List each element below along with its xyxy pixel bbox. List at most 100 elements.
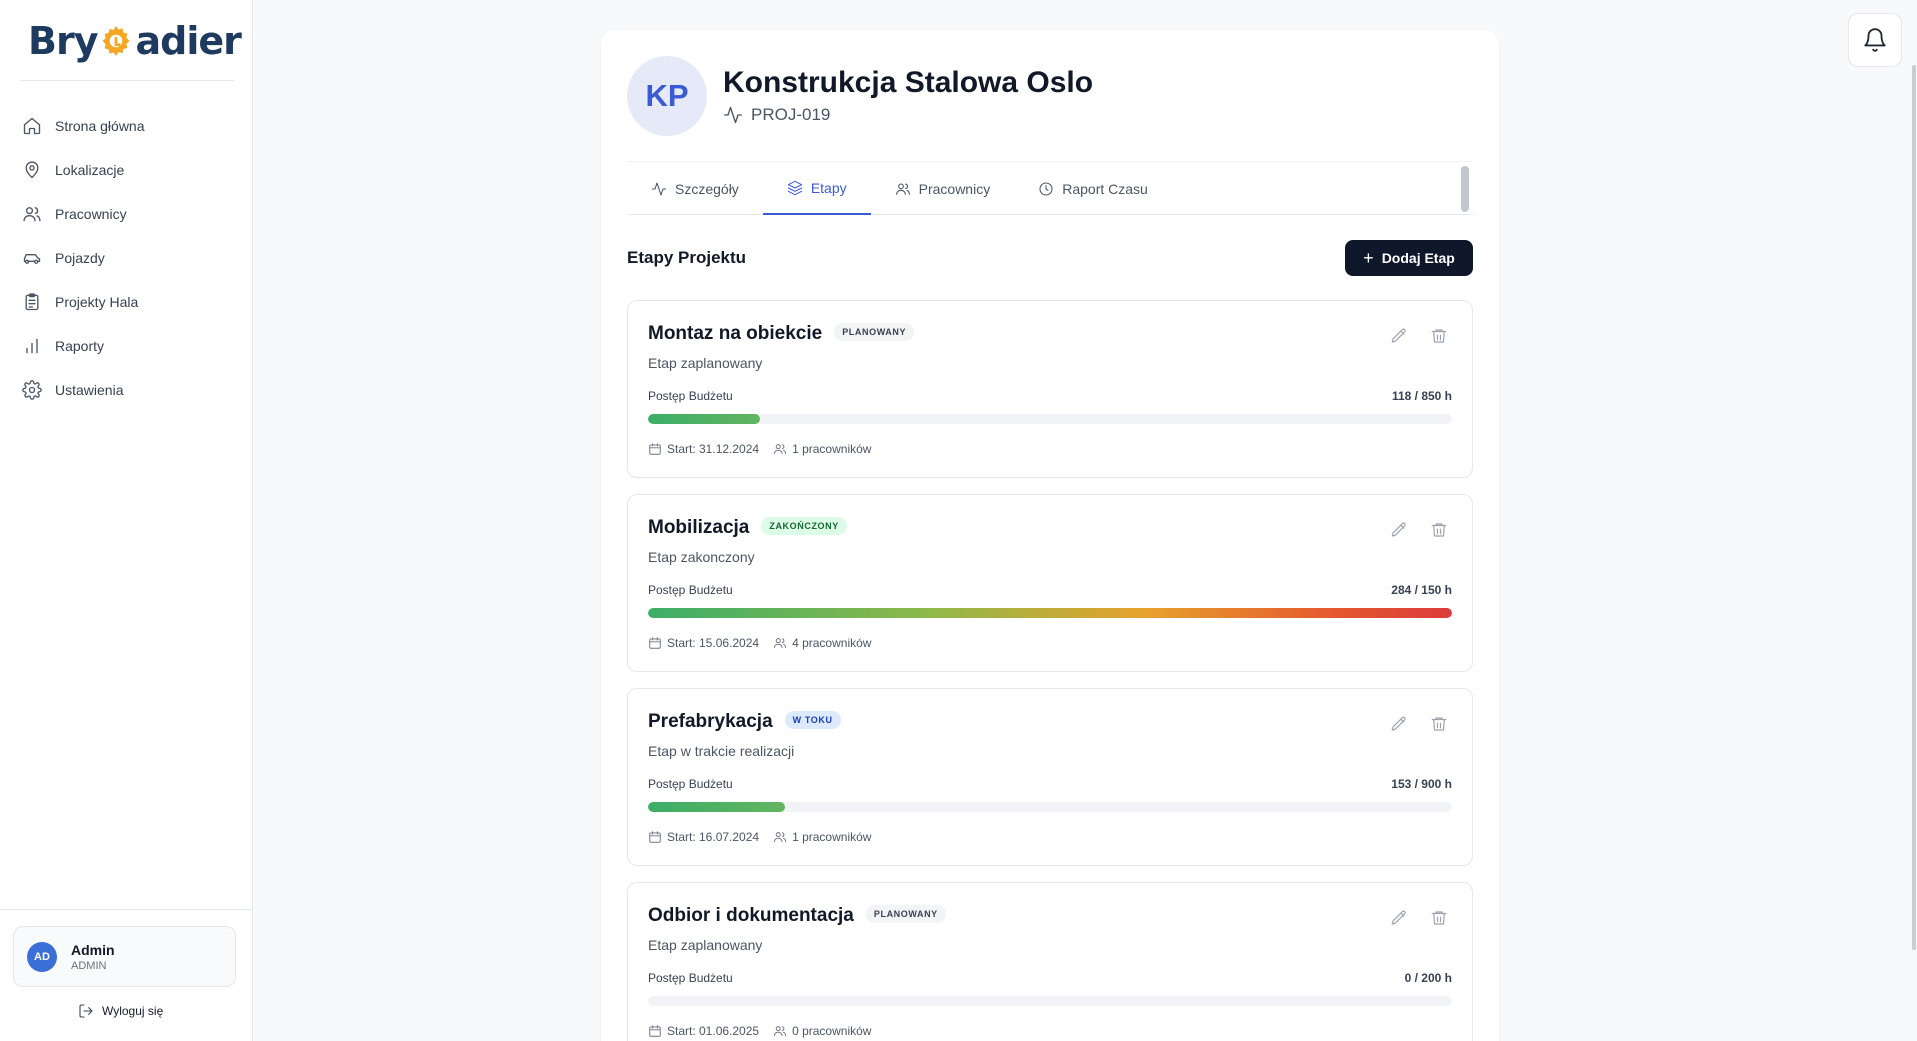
tab-label: Raport Czasu bbox=[1062, 180, 1148, 197]
bell-icon bbox=[1864, 28, 1886, 52]
delete-button[interactable] bbox=[1430, 715, 1450, 735]
edit-button[interactable] bbox=[1390, 327, 1410, 347]
tab-stages[interactable]: Etapy bbox=[762, 162, 871, 215]
brand-logo[interactable]: Bry adier bbox=[28, 18, 242, 64]
budget-value: 284 / 150 h bbox=[1391, 583, 1452, 597]
page-title: Konstrukcja Stalowa Oslo bbox=[723, 66, 1094, 99]
logo-divider bbox=[20, 80, 234, 81]
sidebar-item-label: Projekty Hala bbox=[55, 294, 139, 310]
sidebar-item-vehicles[interactable]: Pojazdy bbox=[14, 236, 236, 280]
stage-name: Mobilizacja bbox=[648, 517, 750, 538]
pencil-icon bbox=[1391, 716, 1406, 731]
edit-button[interactable] bbox=[1390, 909, 1410, 929]
stage-start: Start: 15.06.2024 bbox=[667, 636, 760, 650]
status-badge: ZAKOŃCZONY bbox=[761, 516, 847, 535]
stage-description: Etap zakonczony bbox=[648, 549, 755, 565]
stage-description: Etap w trakcie realizacji bbox=[648, 743, 795, 759]
pencil-icon bbox=[1391, 328, 1406, 343]
stage-meta: Start: 16.07.2024 1 pracowników bbox=[648, 830, 885, 844]
stage-card: Montaz na obiekcie PLANOWANY Etap zaplano… bbox=[627, 300, 1473, 478]
sidebar-item-locations[interactable]: Lokalizacje bbox=[14, 148, 236, 192]
budget-progress-bar bbox=[648, 608, 1452, 618]
sidebar-item-hall-projects[interactable]: Projekty Hala bbox=[14, 280, 236, 324]
logout-button[interactable]: Wyloguj się bbox=[78, 1003, 163, 1019]
stage-card: Mobilizacja ZAKOŃCZONY Etap zakonczony Po… bbox=[627, 494, 1473, 672]
users-icon bbox=[895, 182, 910, 195]
budget-progress-bar bbox=[648, 414, 1452, 424]
stage-name: Montaz na obiekcie bbox=[648, 323, 823, 344]
user-name: Admin bbox=[71, 941, 115, 958]
sidebar-item-workers[interactable]: Pracownicy bbox=[14, 192, 236, 236]
add-stage-button[interactable]: + Dodaj Etap bbox=[1345, 240, 1473, 276]
user-card[interactable]: AD Admin ADMIN bbox=[13, 926, 236, 987]
tabs-scrollbar[interactable] bbox=[1461, 166, 1469, 212]
budget-progress-bar bbox=[648, 802, 1452, 812]
users-icon bbox=[774, 1026, 787, 1037]
budget-label: Postęp Budżetu bbox=[648, 389, 733, 403]
calendar-icon bbox=[649, 637, 661, 649]
logo-text-end: adier bbox=[135, 19, 241, 63]
budget-progress-fill bbox=[648, 608, 1452, 618]
pencil-icon bbox=[1391, 522, 1406, 537]
stage-meta: Start: 31.12.2024 1 pracowników bbox=[648, 442, 885, 456]
users-icon bbox=[774, 832, 787, 843]
users-icon bbox=[23, 207, 41, 222]
bar-chart-icon bbox=[26, 338, 38, 354]
sidebar-item-settings[interactable]: Ustawienia bbox=[14, 368, 236, 412]
sidebar-item-label: Pracownicy bbox=[55, 206, 127, 222]
stage-actions bbox=[1390, 521, 1450, 541]
notifications-button[interactable] bbox=[1848, 13, 1902, 67]
stage-workers: 1 pracowników bbox=[792, 830, 872, 844]
plus-icon: + bbox=[1363, 247, 1374, 268]
budget-progress-fill bbox=[648, 802, 785, 812]
users-icon bbox=[774, 444, 787, 455]
edit-button[interactable] bbox=[1390, 521, 1410, 541]
delete-button[interactable] bbox=[1430, 909, 1450, 929]
gear-icon bbox=[22, 380, 42, 400]
sidebar: Bry adier Strona główna Lokalizacje Prac… bbox=[0, 0, 253, 1041]
sidebar-item-label: Pojazdy bbox=[55, 250, 105, 266]
calendar-icon bbox=[649, 1025, 661, 1037]
pencil-icon bbox=[1391, 910, 1406, 925]
tab-time-report[interactable]: Raport Czasu bbox=[1014, 162, 1172, 215]
user-role: ADMIN bbox=[71, 959, 107, 972]
tab-label: Pracownicy bbox=[918, 180, 991, 197]
sidebar-item-reports[interactable]: Raporty bbox=[14, 324, 236, 368]
stage-workers: 0 pracowników bbox=[792, 1024, 872, 1038]
edit-button[interactable] bbox=[1390, 715, 1410, 735]
delete-button[interactable] bbox=[1430, 327, 1450, 347]
avatar: AD bbox=[27, 941, 57, 972]
budget-label: Postęp Budżetu bbox=[648, 583, 733, 597]
budget-progress-fill bbox=[648, 414, 760, 424]
trash-icon bbox=[1431, 717, 1447, 731]
stage-start: Start: 31.12.2024 bbox=[667, 442, 760, 456]
stage-meta: Start: 15.06.2024 4 pracowników bbox=[648, 636, 885, 650]
status-badge: W TOKU bbox=[784, 710, 841, 729]
calendar-icon bbox=[649, 443, 661, 455]
sidebar-item-label: Ustawienia bbox=[55, 382, 124, 398]
activity-icon bbox=[651, 181, 667, 196]
stage-description: Etap zaplanowany bbox=[648, 355, 763, 371]
tab-workers[interactable]: Pracownicy bbox=[871, 162, 1015, 215]
delete-button[interactable] bbox=[1430, 521, 1450, 541]
project-code-label: PROJ-019 bbox=[751, 105, 831, 124]
stage-name: Prefabrykacja bbox=[648, 711, 773, 732]
clipboard-icon bbox=[25, 293, 39, 311]
stage-card: Prefabrykacja W TOKU Etap w trakcie reali… bbox=[627, 688, 1473, 866]
logout-label: Wyloguj się bbox=[102, 1004, 164, 1018]
project-code: PROJ-019 bbox=[723, 105, 830, 125]
stage-start: Start: 16.07.2024 bbox=[667, 830, 760, 844]
sidebar-item-home[interactable]: Strona główna bbox=[14, 104, 236, 148]
page-scrollbar[interactable] bbox=[1912, 65, 1916, 950]
tab-details[interactable]: Szczegóły bbox=[627, 162, 763, 215]
sidebar-divider bbox=[0, 909, 252, 910]
stage-actions bbox=[1390, 909, 1450, 929]
map-pin-icon bbox=[25, 161, 39, 179]
logout-icon bbox=[79, 1004, 93, 1018]
sidebar-item-label: Strona główna bbox=[55, 118, 145, 134]
logo-text-start: Bry bbox=[28, 19, 98, 63]
stage-card: Odbior i dokumentacja PLANOWANY Etap zapl… bbox=[627, 882, 1473, 1041]
layers-icon bbox=[787, 180, 803, 195]
add-stage-label: Dodaj Etap bbox=[1381, 250, 1455, 266]
stage-name: Odbior i dokumentacja bbox=[648, 905, 854, 926]
